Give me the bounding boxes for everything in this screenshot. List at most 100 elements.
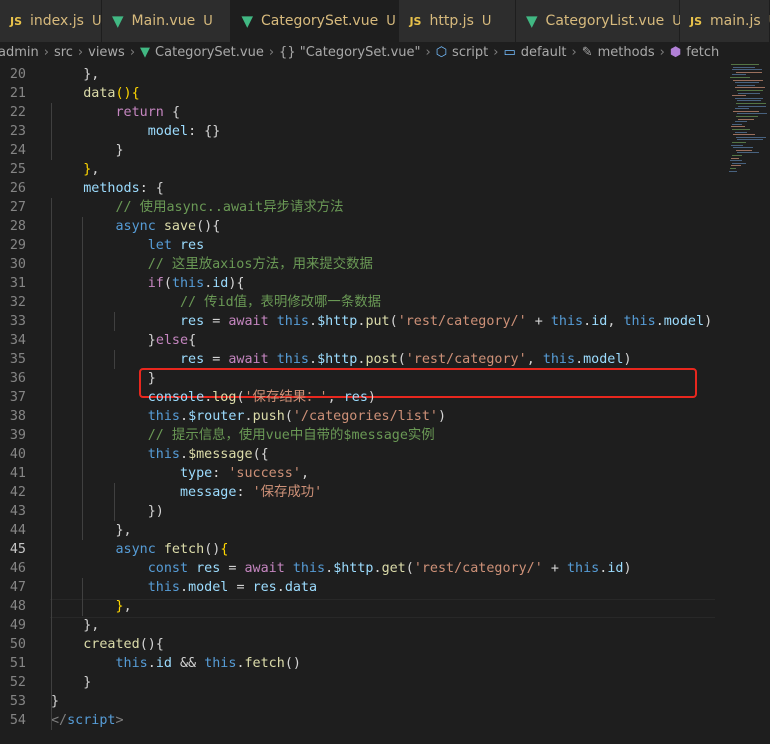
code-line[interactable]: 20 },: [0, 65, 715, 84]
breadcrumb-item[interactable]: views: [88, 45, 125, 60]
code-line[interactable]: 45 async fetch(){: [0, 540, 715, 559]
code-line[interactable]: 52 }: [0, 673, 715, 692]
code-line[interactable]: 26 methods: {: [0, 179, 715, 198]
breadcrumb-item[interactable]: admin: [0, 45, 39, 60]
tab-main-vue[interactable]: ▼ Main.vue U: [102, 0, 232, 42]
code-line[interactable]: 48 },: [0, 597, 715, 616]
minimap-line: [729, 77, 750, 78]
code-line[interactable]: 23 model: {}: [0, 122, 715, 141]
indent-guide: [113, 350, 115, 369]
breadcrumb-item[interactable]: src: [54, 45, 73, 60]
code-editor[interactable]: 20 }, 21 data(){22 return {23 model: {} 24…: [0, 62, 770, 744]
code-line[interactable]: 46 const res = await this.$http.get('res…: [0, 559, 715, 578]
minimap-line: [737, 100, 761, 102]
tab-categoryset-vue[interactable]: ▼CategorySet.vueU×: [231, 0, 417, 42]
breadcrumb-item[interactable]: {} "CategorySet.vue": [279, 45, 420, 60]
tab-main-js[interactable]: JSmain.jsU: [680, 0, 770, 42]
breadcrumb-separator: ›: [493, 44, 499, 60]
code-text: res = await this.$http.post('rest/catego…: [180, 352, 632, 367]
breadcrumb-separator: ›: [571, 44, 577, 60]
code-line[interactable]: 29 let res: [0, 236, 715, 255]
code-line[interactable]: 32 // 传id值，表明修改哪一条数据: [0, 293, 715, 312]
code-line[interactable]: 54 </script>: [0, 711, 715, 730]
code-line[interactable]: 41 type: 'success',: [0, 464, 715, 483]
minimap-line: [733, 147, 754, 149]
method-icon: ⬢: [669, 44, 682, 60]
code-text: return {: [115, 105, 181, 120]
code-line[interactable]: 47 this.model = res.data: [0, 578, 715, 597]
code-line[interactable]: 27 // 使用async..await异步请求方法: [0, 198, 715, 217]
code-text: this.$router.push('/categories/list'): [147, 409, 447, 424]
wrench-icon: ✎: [581, 44, 593, 60]
code-line[interactable]: 31 if(this.id){: [0, 274, 715, 293]
code-line[interactable]: 37 console.log('保存结果：', res): [0, 388, 715, 407]
code-line[interactable]: 38 this.$router.push('/categories/list'): [0, 407, 715, 426]
code-line[interactable]: 42 message: '保存成功': [0, 483, 715, 502]
code-text: this.model = res.data: [147, 580, 318, 595]
code-line[interactable]: 30 // 这里放axios方法，用来提交数据: [0, 255, 715, 274]
minimap-line: [734, 108, 749, 110]
minimap-line: [732, 129, 751, 130]
minimap-line: [733, 134, 756, 136]
breadcrumb-item[interactable]: default: [521, 45, 567, 60]
code-line[interactable]: 28 async save(){: [0, 217, 715, 236]
minimap-line: [731, 165, 741, 167]
code-line[interactable]: 24 }: [0, 141, 715, 160]
code-line[interactable]: 53}: [0, 692, 715, 711]
code-line[interactable]: 21 data(){: [0, 84, 715, 103]
code-line[interactable]: 44 },: [0, 521, 715, 540]
line-number: 48: [9, 599, 26, 614]
tab-label: CategoryList.vue: [545, 13, 665, 29]
code-text: async save(){: [115, 219, 221, 234]
line-number: 29: [9, 238, 26, 253]
line-number: 25: [9, 162, 26, 177]
minimap[interactable]: [715, 62, 770, 744]
minimap-line: [734, 87, 765, 89]
code-line[interactable]: 50 created(){: [0, 635, 715, 654]
javascript-file-icon: JS: [409, 14, 422, 28]
tab-label: http.js: [429, 13, 474, 29]
code-text: }: [147, 371, 156, 386]
minimap-line: [729, 160, 742, 162]
code-line[interactable]: 51 this.id && this.fetch(): [0, 654, 715, 673]
breadcrumb-item[interactable]: methods: [598, 45, 655, 60]
line-number: 28: [9, 219, 26, 234]
tab-categorylist-vue[interactable]: ▼ CategoryList.vue U: [516, 0, 682, 42]
tab-index-js[interactable]: JS index.js U: [0, 0, 102, 42]
code-text: if(this.id){: [147, 276, 245, 291]
breadcrumb: admin › src › views › ▼ CategorySet.vue ›{} "Cat…: [0, 42, 770, 62]
breadcrumb-item[interactable]: fetch: [686, 45, 719, 60]
code-line[interactable]: 40 this.$message({: [0, 445, 715, 464]
breadcrumb-item[interactable]: script: [452, 45, 488, 60]
line-number: 33: [9, 314, 26, 329]
breadcrumb-separator: ›: [77, 44, 84, 60]
code-line[interactable]: 33 res = await this.$http.put('rest/cate…: [0, 312, 715, 331]
code-line[interactable]: 49 },: [0, 616, 715, 635]
code-line[interactable]: 36 }: [0, 369, 715, 388]
javascript-file-icon: JS: [690, 14, 703, 28]
breadcrumb-separator: ›: [129, 44, 136, 60]
code-text: res = await this.$http.put('rest/categor…: [180, 314, 713, 329]
code-line[interactable]: 35 res = await this.$http.post('rest/cat…: [0, 350, 715, 369]
code-line[interactable]: 39 // 提示信息，使用vue中自带的$message实例: [0, 426, 715, 445]
minimap-line: [731, 157, 739, 159]
tab-http-js[interactable]: JS http.js U: [399, 0, 516, 42]
code-text: created(){: [83, 637, 164, 652]
code-line[interactable]: 22 return {: [0, 103, 715, 122]
minimap-line: [735, 103, 766, 104]
vue-file-icon: ▼: [140, 44, 151, 60]
line-number: 49: [9, 618, 26, 633]
line-number: 47: [9, 580, 26, 595]
git-status-badge: U: [91, 13, 102, 29]
line-number: 39: [9, 428, 26, 443]
code-text: },: [115, 523, 132, 538]
code-text: }: [51, 694, 60, 709]
code-line[interactable]: 43 }): [0, 502, 715, 521]
minimap-line: [737, 84, 755, 86]
minimap-line: [729, 168, 736, 169]
breadcrumb-item[interactable]: CategorySet.vue: [155, 45, 264, 60]
minimap-line: [737, 139, 763, 141]
code-line[interactable]: 34 }else{: [0, 331, 715, 350]
line-number: 45: [9, 542, 26, 557]
code-line[interactable]: 25 },: [0, 160, 715, 179]
